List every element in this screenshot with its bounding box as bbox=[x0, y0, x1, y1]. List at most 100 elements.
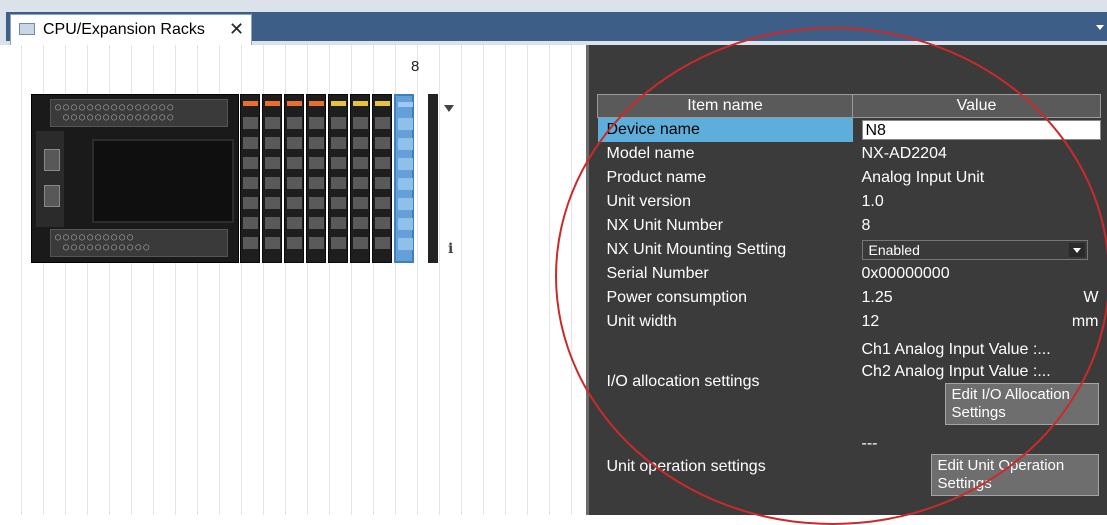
device-name-input[interactable]: N8 bbox=[861, 120, 1101, 140]
table-row: Serial Number 0x00000000 bbox=[598, 262, 1101, 286]
select-value: Enabled bbox=[868, 242, 920, 258]
terminal-slot bbox=[353, 217, 368, 229]
terminal-slot bbox=[265, 217, 280, 229]
terminal-slot bbox=[331, 137, 346, 149]
nx-unit[interactable] bbox=[372, 94, 392, 263]
terminal-slot bbox=[331, 157, 346, 169]
table-row[interactable]: Device name N8 bbox=[597, 117, 1101, 142]
tab-bar: CPU/Expansion Racks ✕ bbox=[0, 0, 1107, 45]
terminal-slot bbox=[309, 197, 324, 209]
terminal-slot bbox=[331, 117, 346, 129]
edit-io-allocation-button[interactable]: Edit I/O Allocation Settings bbox=[944, 383, 1099, 425]
row-label: Model name bbox=[606, 145, 695, 162]
terminal-slot bbox=[287, 117, 302, 129]
row-label: Unit width bbox=[606, 313, 677, 330]
status-led bbox=[243, 101, 258, 106]
terminal-slot bbox=[309, 217, 324, 229]
column-header-value: Value bbox=[852, 94, 1101, 118]
row-value: NX-AD2204 bbox=[861, 145, 947, 162]
terminal-slot bbox=[243, 177, 258, 189]
terminal-slot bbox=[375, 217, 390, 229]
row-value: --- bbox=[861, 435, 878, 452]
terminal-slot bbox=[309, 237, 324, 249]
terminal-slot bbox=[309, 117, 324, 129]
terminal-slot bbox=[353, 177, 368, 189]
nx-unit[interactable] bbox=[328, 94, 348, 263]
row-label: Device name bbox=[597, 117, 853, 142]
table-row: Model name NX-AD2204 bbox=[598, 142, 1101, 166]
row-value: 1.0 bbox=[861, 193, 884, 210]
terminal-slot bbox=[287, 137, 302, 149]
terminal-slot bbox=[265, 137, 280, 149]
terminal-slot bbox=[243, 157, 258, 169]
terminal-slot bbox=[331, 217, 346, 229]
terminal-slot bbox=[243, 137, 258, 149]
terminal-slot bbox=[353, 137, 368, 149]
info-icon[interactable]: i bbox=[448, 241, 453, 257]
terminal-slot bbox=[287, 177, 302, 189]
chevron-down-icon[interactable] bbox=[444, 105, 454, 112]
row-value: Analog Input Unit bbox=[861, 169, 985, 186]
terminal-slot bbox=[331, 197, 346, 209]
row-label: Power consumption bbox=[606, 289, 748, 306]
port-panel bbox=[36, 131, 64, 227]
cpu-body bbox=[92, 139, 234, 223]
terminal-slot bbox=[398, 158, 413, 170]
terminal-slot bbox=[309, 137, 324, 149]
table-row: I/O allocation settings Ch1 Analog Input… bbox=[598, 334, 1101, 430]
nx-unit[interactable] bbox=[350, 94, 370, 263]
nx-unit[interactable] bbox=[262, 94, 282, 263]
nx-unit-selected[interactable] bbox=[394, 94, 414, 263]
terminal-slot bbox=[375, 157, 390, 169]
unit-number-label: 8 bbox=[411, 58, 420, 75]
row-label: Product name bbox=[606, 169, 707, 186]
table-row: NX Unit Number 8 bbox=[598, 214, 1101, 238]
terminal-slot bbox=[287, 157, 302, 169]
table-row[interactable]: NX Unit Mounting Setting Enabled bbox=[598, 238, 1101, 262]
table-row: Power consumption 1.25 W bbox=[598, 286, 1101, 310]
nx-unit[interactable] bbox=[284, 94, 304, 263]
terminal-slot bbox=[398, 198, 413, 210]
status-led bbox=[398, 102, 413, 107]
edit-unit-operation-button[interactable]: Edit Unit Operation Settings bbox=[930, 454, 1099, 496]
terminal-slot bbox=[375, 237, 390, 249]
terminal-slot bbox=[287, 197, 302, 209]
tab-cpu-expansion-racks[interactable]: CPU/Expansion Racks ✕ bbox=[10, 14, 252, 45]
table-row: Unit operation settings --- Edit Unit Op… bbox=[598, 430, 1101, 504]
table-row: Product name Analog Input Unit bbox=[598, 166, 1101, 190]
ethernet-port-icon bbox=[44, 149, 60, 171]
row-value: 0x00000000 bbox=[861, 265, 950, 282]
terminal-slot bbox=[265, 177, 280, 189]
status-led bbox=[265, 101, 280, 106]
terminal-slot bbox=[353, 157, 368, 169]
terminal-slot bbox=[398, 118, 413, 130]
terminal-slot bbox=[375, 117, 390, 129]
terminal-slot bbox=[353, 237, 368, 249]
table-header: Item name Value bbox=[597, 94, 1101, 118]
close-icon[interactable]: ✕ bbox=[229, 19, 244, 40]
terminal-slot bbox=[398, 178, 413, 190]
row-value: 1.25 bbox=[861, 289, 893, 306]
chevron-down-icon[interactable] bbox=[1096, 25, 1104, 30]
terminal-slot bbox=[265, 117, 280, 129]
terminal-block: ○○○○○○○○○○○○○○○ ○○○○○○○○○○○○○○ bbox=[50, 99, 228, 127]
table-row: Unit version 1.0 bbox=[598, 190, 1101, 214]
row-label: Unit version bbox=[606, 193, 691, 210]
row-label: NX Unit Number bbox=[606, 217, 723, 234]
tab-label: CPU/Expansion Racks bbox=[43, 21, 205, 38]
terminal-slot bbox=[331, 177, 346, 189]
row-label: Unit operation settings bbox=[606, 458, 766, 475]
io-allocation-line: Ch2 Analog Input Value :... bbox=[861, 363, 1051, 380]
status-led bbox=[375, 101, 390, 106]
row-value: 8 bbox=[861, 217, 871, 234]
mounting-setting-select[interactable]: Enabled bbox=[861, 240, 1088, 260]
row-label: Serial Number bbox=[606, 265, 709, 282]
chevron-down-icon[interactable] bbox=[1068, 243, 1085, 257]
nx-unit[interactable] bbox=[240, 94, 260, 263]
row-label: I/O allocation settings bbox=[606, 373, 760, 390]
terminal-slot bbox=[287, 217, 302, 229]
end-cover bbox=[428, 94, 438, 263]
cpu-unit[interactable]: ○○○○○○○○○○○○○○○ ○○○○○○○○○○○○○○ ○○○○○○○○○… bbox=[31, 94, 239, 263]
status-led bbox=[309, 101, 324, 106]
nx-unit[interactable] bbox=[306, 94, 326, 263]
